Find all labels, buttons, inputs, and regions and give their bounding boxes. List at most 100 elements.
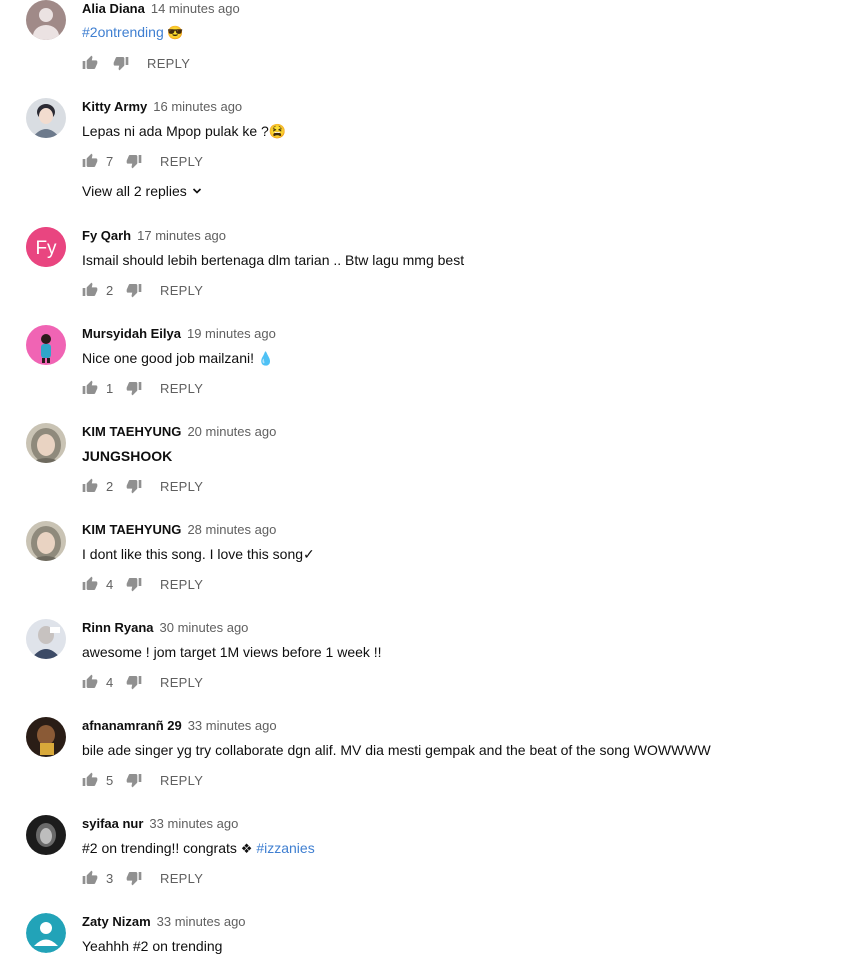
comment-actions: 4 REPLY [82, 673, 203, 691]
reply-button[interactable]: REPLY [160, 871, 203, 886]
comment-header: syifaa nur 33 minutes ago [82, 816, 238, 832]
comment-actions: 4 REPLY [82, 575, 203, 593]
reply-button[interactable]: REPLY [160, 381, 203, 396]
thumb-down-icon[interactable] [126, 870, 142, 886]
like-count: 4 [106, 674, 114, 690]
comment-item: Kitty Army 16 minutes ago Lepas ni ada Mp… [0, 98, 861, 228]
comment-time[interactable]: 30 minutes ago [160, 620, 249, 635]
comment-item: Rinn Ryana 30 minutes ago awesome ! jom t… [0, 619, 861, 717]
comment-text: Nice one good job mailzani! 💧 [82, 348, 274, 368]
author-name[interactable]: KIM TAEHYUNG [82, 522, 181, 537]
comment-text-body: #2 on trending!! congrats [82, 840, 241, 856]
comment-actions: 3 REPLY [82, 869, 203, 887]
avatar[interactable] [26, 717, 66, 757]
avatar-initials: Fy [35, 238, 57, 259]
comment-item: KIM TAEHYUNG 28 minutes ago I dont like t… [0, 521, 861, 619]
reply-button[interactable]: REPLY [160, 773, 203, 788]
comment-item: afnanamranñ 29 33 minutes ago bile ade si… [0, 717, 861, 815]
thumb-up-icon[interactable] [82, 153, 98, 169]
comment-time[interactable]: 16 minutes ago [153, 99, 242, 114]
comment-actions: 1 REPLY [82, 379, 203, 397]
avatar[interactable] [26, 521, 66, 561]
comment-text: #2 on trending!! congrats ❖ #izzanies [82, 838, 315, 858]
comment-time[interactable]: 33 minutes ago [188, 718, 277, 733]
comment-text: Yeahhh #2 on trending [82, 938, 223, 954]
comment-header: Alia Diana 14 minutes ago [82, 1, 240, 17]
thumb-down-icon[interactable] [126, 380, 142, 396]
comment-time[interactable]: 33 minutes ago [149, 816, 238, 831]
thumb-down-icon[interactable] [126, 576, 142, 592]
author-name[interactable]: afnanamranñ 29 [82, 718, 182, 733]
reply-button[interactable]: REPLY [160, 154, 203, 169]
comment-item: syifaa nur 33 minutes ago #2 on trending!… [0, 815, 861, 913]
reply-button[interactable]: REPLY [160, 479, 203, 494]
like-count: 2 [106, 478, 114, 494]
comment-item: Mursyidah Eilya 19 minutes ago Nice one g… [0, 325, 861, 423]
comment-item: Alia Diana 14 minutes ago #2ontrending 😎 … [0, 0, 861, 98]
comment-header: KIM TAEHYUNG 28 minutes ago [82, 522, 276, 538]
view-replies-label: View all 2 replies [82, 183, 187, 199]
avatar[interactable] [26, 815, 66, 855]
comment-time[interactable]: 14 minutes ago [151, 1, 240, 16]
comment-item: Zaty Nizam 33 minutes ago Yeahhh #2 on tr… [0, 913, 861, 959]
thumb-down-icon[interactable] [126, 153, 142, 169]
like-count: 3 [106, 870, 114, 886]
thumb-up-icon[interactable] [82, 772, 98, 788]
reply-button[interactable]: REPLY [160, 283, 203, 298]
thumb-down-icon[interactable] [113, 55, 129, 71]
comment-time[interactable]: 20 minutes ago [187, 424, 276, 439]
comment-text-body: Nice one good job mailzani! [82, 350, 258, 366]
comment-actions: REPLY [82, 54, 190, 72]
comment-header: afnanamranñ 29 33 minutes ago [82, 718, 277, 734]
author-name[interactable]: syifaa nur [82, 816, 143, 831]
reply-button[interactable]: REPLY [160, 675, 203, 690]
author-name[interactable]: Rinn Ryana [82, 620, 154, 635]
reply-button[interactable]: REPLY [147, 56, 190, 71]
comment-text: JUNGSHOOK [82, 448, 173, 464]
comment-item: KIM TAEHYUNG 20 minutes ago JUNGSHOOK 2 R… [0, 423, 861, 521]
author-name[interactable]: Zaty Nizam [82, 914, 151, 929]
view-replies-button[interactable]: View all 2 replies [82, 183, 202, 199]
thumb-down-icon[interactable] [126, 674, 142, 690]
like-count: 1 [106, 380, 114, 396]
thumb-down-icon[interactable] [126, 478, 142, 494]
comment-time[interactable]: 17 minutes ago [137, 228, 226, 243]
like-count: 7 [106, 153, 114, 169]
author-name[interactable]: KIM TAEHYUNG [82, 424, 181, 439]
emoji: 💧 [257, 351, 275, 366]
avatar[interactable] [26, 98, 66, 138]
author-name[interactable]: Alia Diana [82, 1, 145, 16]
hashtag-link[interactable]: #izzanies [256, 840, 314, 856]
comment-time[interactable]: 33 minutes ago [157, 914, 246, 929]
author-name[interactable]: Fy Qarh [82, 228, 131, 243]
thumb-down-icon[interactable] [126, 282, 142, 298]
avatar[interactable]: Fy [26, 227, 66, 267]
author-name[interactable]: Kitty Army [82, 99, 147, 114]
comment-text: #2ontrending 😎 [82, 22, 184, 42]
emoji: 😎 [163, 25, 184, 40]
avatar[interactable] [26, 0, 66, 40]
thumb-down-icon[interactable] [126, 772, 142, 788]
comment-time[interactable]: 19 minutes ago [187, 326, 276, 341]
avatar[interactable] [26, 423, 66, 463]
emoji: ❖ [240, 841, 253, 856]
thumb-up-icon[interactable] [82, 576, 98, 592]
comment-text: I dont like this song. I love this song✓ [82, 546, 315, 562]
thumb-up-icon[interactable] [82, 674, 98, 690]
hashtag-link[interactable]: #2ontrending [82, 24, 164, 40]
comment-header: Kitty Army 16 minutes ago [82, 99, 242, 115]
author-name[interactable]: Mursyidah Eilya [82, 326, 181, 341]
like-count: 5 [106, 772, 114, 788]
comment-actions: 7 REPLY [82, 152, 203, 170]
thumb-up-icon[interactable] [82, 478, 98, 494]
thumb-up-icon[interactable] [82, 55, 98, 71]
chevron-down-icon [192, 188, 201, 194]
avatar[interactable] [26, 325, 66, 365]
thumb-up-icon[interactable] [82, 282, 98, 298]
avatar[interactable] [26, 913, 66, 953]
reply-button[interactable]: REPLY [160, 577, 203, 592]
comment-time[interactable]: 28 minutes ago [187, 522, 276, 537]
thumb-up-icon[interactable] [82, 380, 98, 396]
avatar[interactable] [26, 619, 66, 659]
thumb-up-icon[interactable] [82, 870, 98, 886]
